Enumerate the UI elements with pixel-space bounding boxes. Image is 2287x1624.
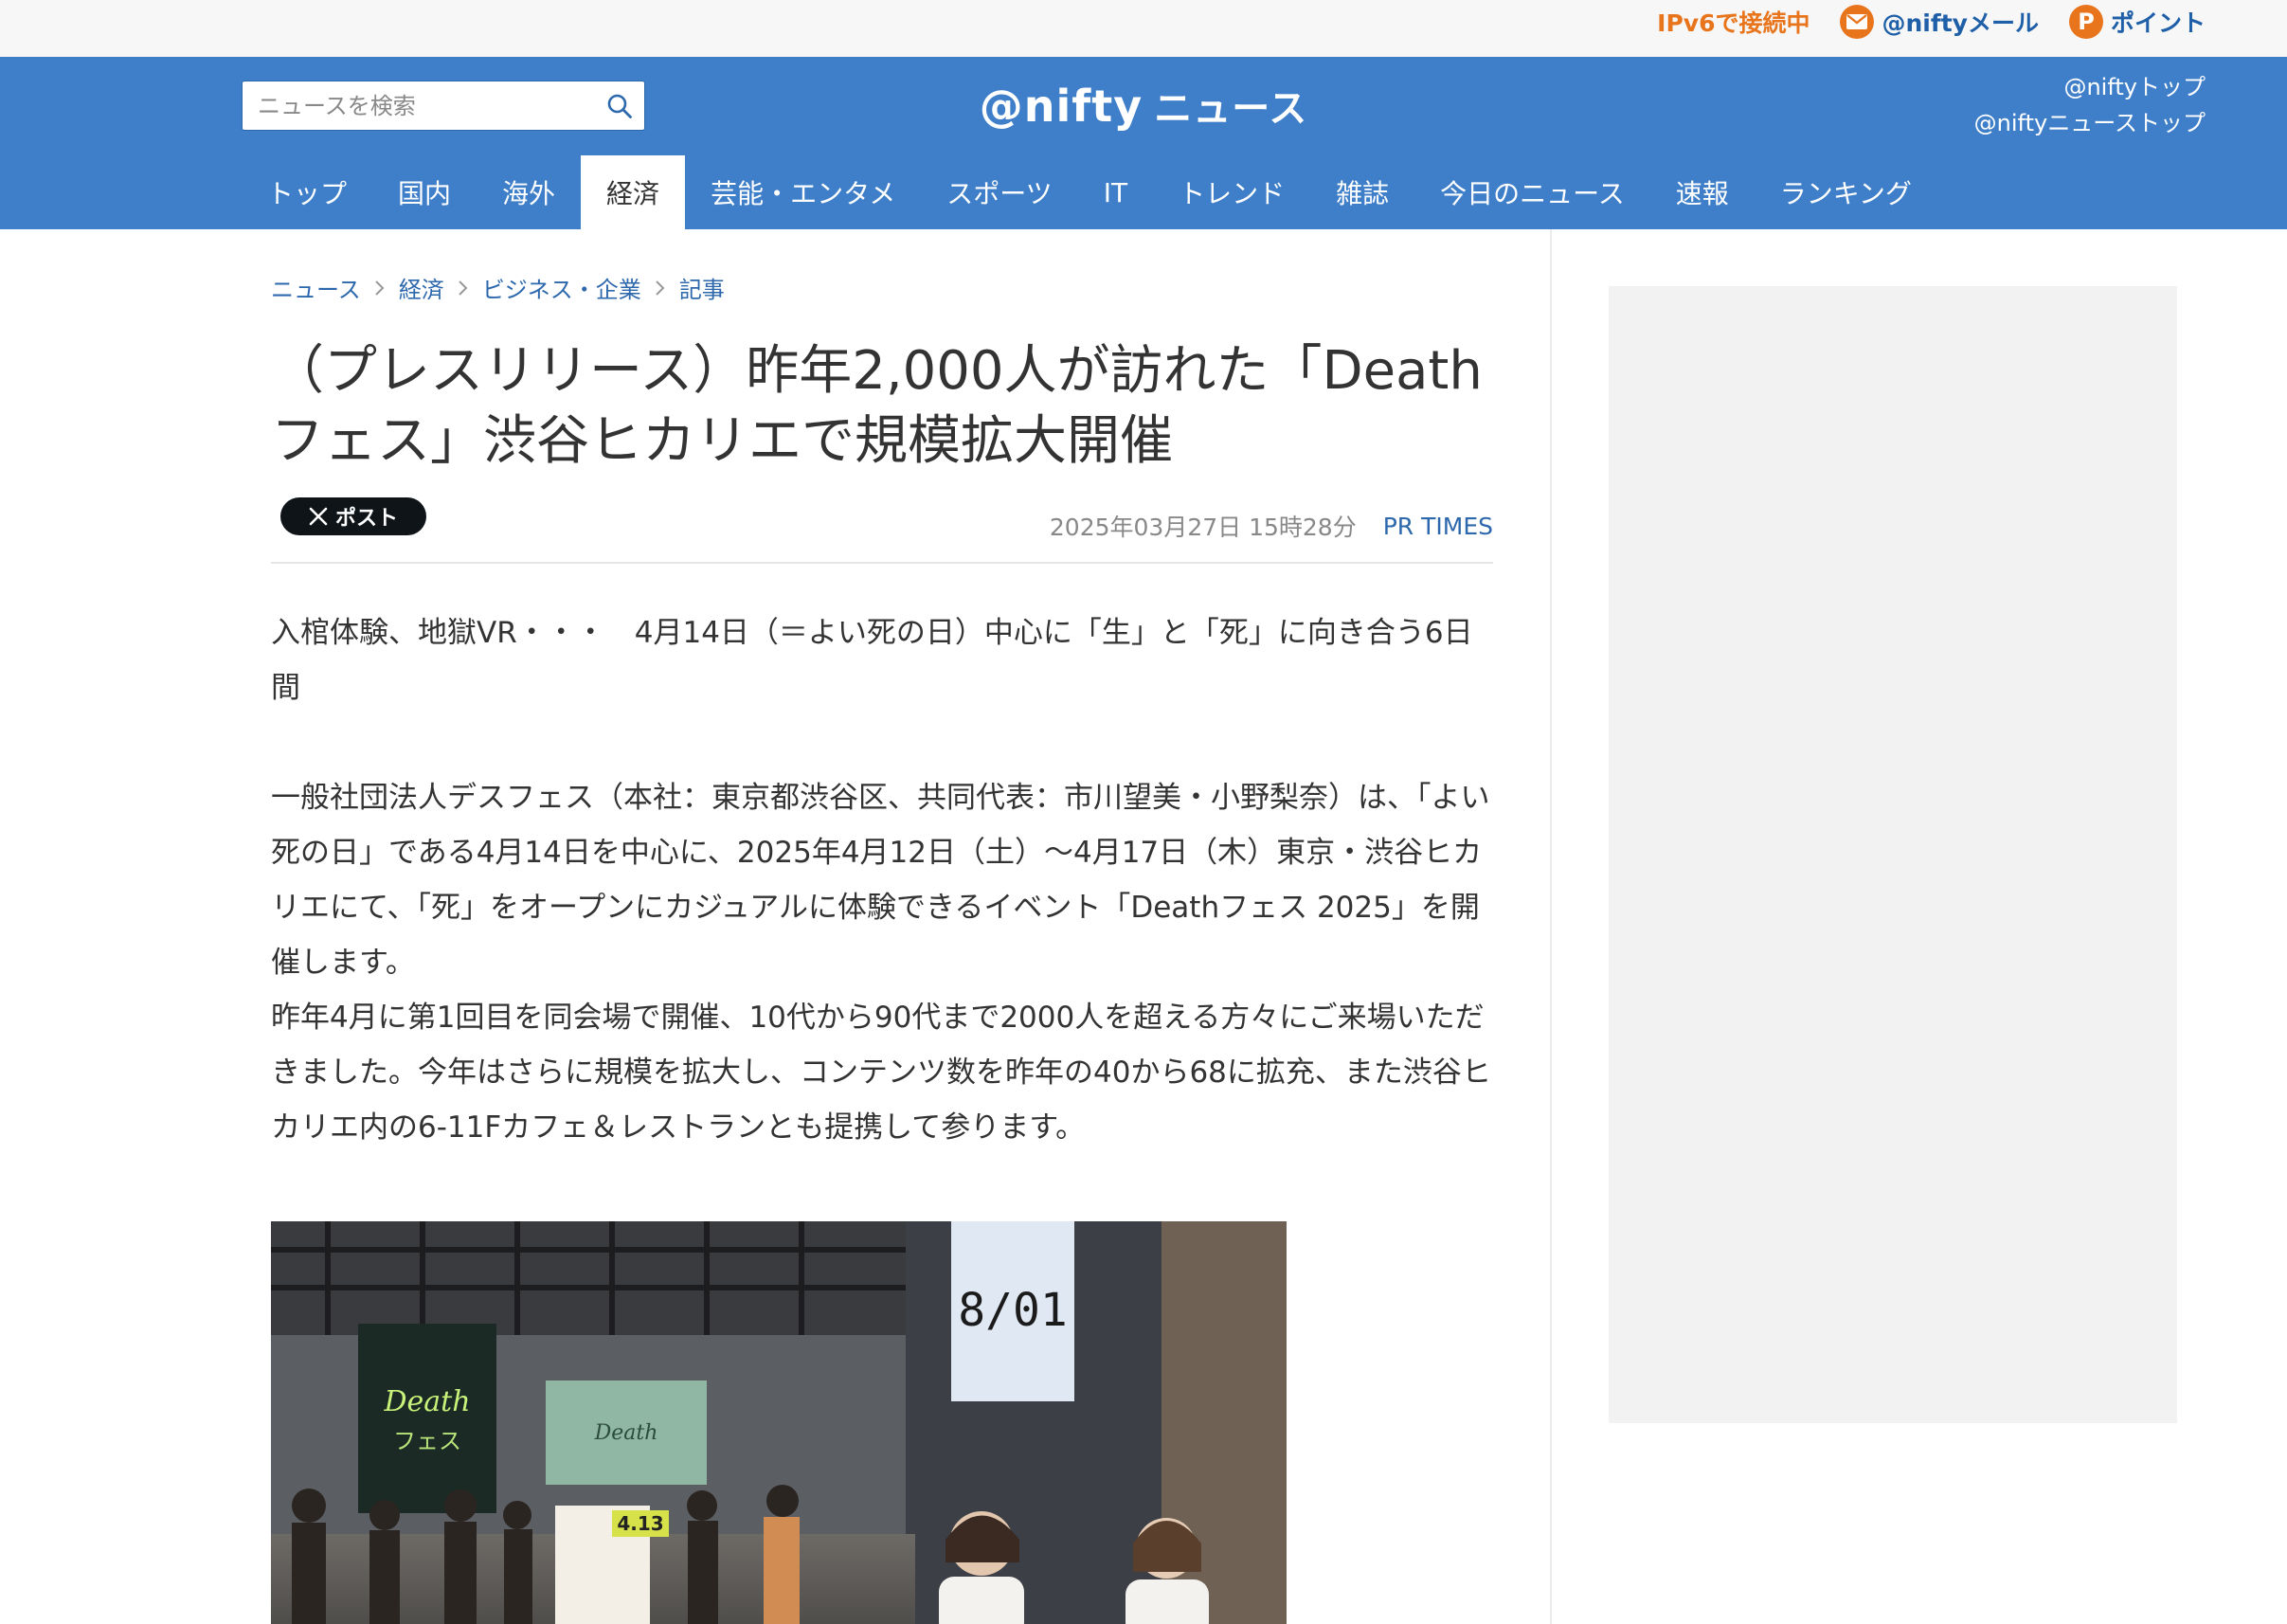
nifty-news-top-link[interactable]: @niftyニューストップ (1974, 108, 2206, 138)
logo-sub: ニュース (1154, 87, 1308, 131)
nifty-top-link[interactable]: @niftyトップ (2063, 72, 2206, 102)
sign-text: 8/01 (958, 1284, 1068, 1337)
nav-item-world[interactable]: 海外 (477, 155, 581, 229)
article-title-line2: フェス」渋谷ヒカリエで規模拡大開催 (271, 410, 1173, 472)
point-label: ポイント (2110, 9, 2206, 37)
article-main: ニュース 経済 ビジネス・企業 記事 （プレスリリース）昨年2,000人が訪れた… (271, 229, 1493, 1624)
sidebar-divider (1550, 229, 1552, 1624)
site-logo[interactable]: @nifty ニュース (0, 78, 2287, 133)
nav-item-sports[interactable]: スポーツ (921, 155, 1077, 229)
article-title-line1: （プレスリリース）昨年2,000人が訪れた「Death (271, 340, 1483, 402)
x-post-label: ポスト (334, 507, 398, 531)
article-source-link[interactable]: PR TIMES (1383, 513, 1493, 540)
banner-text-1: Death (383, 1385, 470, 1418)
nav-item-trend[interactable]: トレンド (1153, 155, 1310, 229)
point-link[interactable]: P ポイント (2068, 5, 2206, 39)
banner-text-2: フェス (393, 1428, 461, 1454)
point-icon: P (2068, 5, 2103, 39)
site-header: @niftyニュース @niftyトップ @niftyニューストップ トップ 国… (0, 57, 2287, 229)
article-title: （プレスリリース）昨年2,000人が訪れた「Death フェス」渋谷ヒカリエで規… (271, 336, 1493, 477)
x-logo-icon (309, 507, 328, 526)
breadcrumb-economy[interactable]: 経済 (399, 271, 444, 304)
x-post-button[interactable]: ポスト (280, 497, 426, 535)
category-nav: トップ 国内 海外 経済 芸能・エンタメ スポーツ IT トレンド 雑誌 今日の… (242, 155, 1937, 229)
article-paragraph-1: 一般社団法人デスフェス（本社：東京都渋谷区、共同代表：市川望美・小野梨奈）は、「… (271, 781, 1490, 980)
article-date: 2025年03月27日 15時28分 (1049, 514, 1357, 541)
utility-bar: IPv6で接続中 @niftyメール P ポイント (0, 0, 2287, 57)
chevron-right-icon (448, 277, 478, 299)
board-text: 4.13 (617, 1512, 663, 1535)
nav-item-today[interactable]: 今日のニュース (1414, 155, 1650, 229)
sidebar-ad-placeholder (1609, 286, 2177, 1423)
breadcrumb-news[interactable]: ニュース (271, 271, 361, 304)
nav-item-it[interactable]: IT (1078, 155, 1153, 229)
article-paragraph-2: 昨年4月に第1回目を同会場で開催、10代から90代まで2000人を超える方々にご… (271, 1001, 1491, 1145)
nav-item-entertainment[interactable]: 芸能・エンタメ (685, 155, 921, 229)
article-meta-right: 2025年03月27日 15時28分 PR TIMES (1050, 509, 1493, 543)
nav-item-magazine[interactable]: 雑誌 (1310, 155, 1414, 229)
nav-item-economy[interactable]: 経済 (581, 155, 686, 229)
chevron-right-icon (365, 277, 395, 299)
article-divider (271, 562, 1493, 564)
utility-links: IPv6で接続中 @niftyメール P ポイント (1657, 0, 2206, 44)
breadcrumb-business[interactable]: ビジネス・企業 (482, 271, 641, 304)
logo-main: @nifty (979, 81, 1144, 132)
envelope-icon (1840, 5, 1875, 39)
article-meta: ポスト 2025年03月27日 15時28分 PR TIMES (271, 497, 1493, 547)
article-body: 入棺体験、地獄VR・・・ 4月14日（＝よい死の日）中心に「生」と「死」に向き合… (271, 605, 1493, 1155)
nav-item-top[interactable]: トップ (242, 155, 372, 229)
screen-text: Death (594, 1421, 658, 1445)
ipv6-status-link[interactable]: IPv6で接続中 (1657, 5, 1810, 39)
header-links: @niftyトップ @niftyニューストップ (1974, 72, 2206, 138)
mail-link[interactable]: @niftyメール (1840, 5, 2039, 39)
article-lead: 入棺体験、地獄VR・・・ 4月14日（＝よい死の日）中心に「生」と「死」に向き合… (271, 616, 1473, 705)
chevron-right-icon (645, 277, 675, 299)
breadcrumb: ニュース 経済 ビジネス・企業 記事 (271, 271, 1493, 304)
nav-item-breaking[interactable]: 速報 (1650, 155, 1755, 229)
event-photo: Death フェス Death 8/01 4.13 (271, 1221, 1287, 1624)
ipv6-label: IPv6で接続中 (1657, 9, 1810, 37)
nav-item-ranking[interactable]: ランキング (1755, 155, 1937, 229)
nav-item-domestic[interactable]: 国内 (372, 155, 477, 229)
breadcrumb-article[interactable]: 記事 (679, 271, 725, 304)
mail-label: @niftyメール (1882, 9, 2039, 37)
